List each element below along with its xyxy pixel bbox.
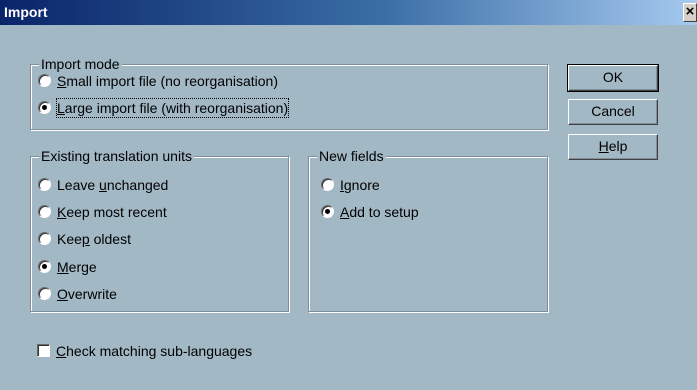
window-title: Import xyxy=(4,4,48,20)
radio-indicator[interactable] xyxy=(38,74,51,87)
radio-indicator[interactable] xyxy=(321,178,334,191)
help-button[interactable]: Help xyxy=(568,134,658,160)
ok-button-label: OK xyxy=(602,69,624,85)
radio-ignore-label: Ignore xyxy=(340,177,380,193)
existing-units-group: Existing translation units Leave unchang… xyxy=(30,148,289,312)
checkbox-indicator[interactable] xyxy=(37,344,50,357)
radio-keep-most-recent-label: Keep most recent xyxy=(57,204,167,220)
radio-overwrite-label: Overwrite xyxy=(57,286,117,302)
existing-units-legend: Existing translation units xyxy=(39,148,194,164)
ok-button[interactable]: OK xyxy=(567,64,659,92)
import-mode-legend: Import mode xyxy=(39,56,122,72)
radio-small-import-label: Small import file (no reorganisation) xyxy=(57,73,278,89)
radio-indicator[interactable] xyxy=(38,232,51,245)
help-button-label: Help xyxy=(598,138,628,154)
radio-large-import-label: Large import file (with reorganisation) xyxy=(55,98,290,118)
new-fields-legend: New fields xyxy=(317,148,386,164)
radio-indicator[interactable] xyxy=(38,205,51,218)
radio-merge-label: Merge xyxy=(57,259,97,275)
radio-add-to-setup-label: Add to setup xyxy=(340,204,419,220)
radio-indicator-selected[interactable] xyxy=(38,101,51,114)
check-matching-sub-languages-label: Check matching sub-languages xyxy=(56,343,253,359)
radio-indicator[interactable] xyxy=(38,178,51,191)
radio-indicator[interactable] xyxy=(38,287,51,300)
cancel-button-label: Cancel xyxy=(591,103,635,119)
close-icon: × xyxy=(685,3,695,20)
new-fields-group: New fields Ignore Add to setup xyxy=(308,148,548,312)
cancel-button[interactable]: Cancel xyxy=(568,99,658,125)
radio-indicator-selected[interactable] xyxy=(38,260,51,273)
radio-keep-oldest-label: Keep oldest xyxy=(57,231,131,247)
import-dialog: Import × Import mode Small import file (… xyxy=(0,0,697,390)
radio-indicator-selected[interactable] xyxy=(321,205,334,218)
radio-leave-unchanged-label: Leave unchanged xyxy=(57,177,169,193)
import-mode-group: Import mode Small import file (no reorga… xyxy=(30,56,548,130)
title-bar: Import × xyxy=(0,0,697,25)
close-button[interactable]: × xyxy=(683,3,697,22)
